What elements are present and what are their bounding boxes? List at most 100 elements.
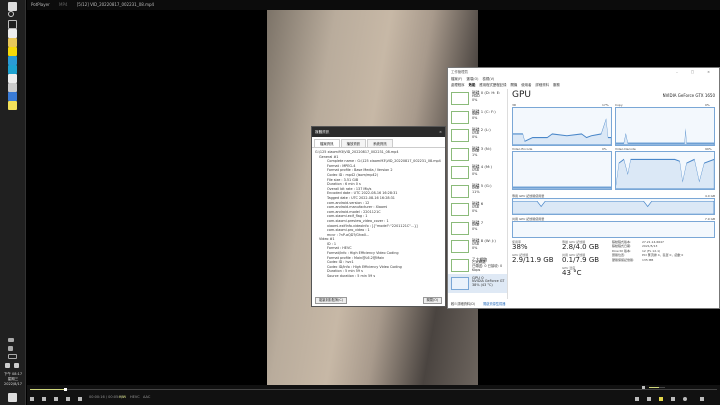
sticky-notes-icon[interactable] [8,47,17,56]
3d-icon[interactable] [647,397,651,401]
app-icon[interactable] [8,83,17,92]
device-thumbnail-graph [451,166,469,179]
windows-taskbar: 下午 08:17 星期三 2022/8/17 [0,0,26,405]
app-icon[interactable] [8,74,17,83]
device-item[interactable]: 磁碟 2 (L:) USB 0% [448,126,507,145]
stat-value: 2.8/4.0 GB [562,243,600,251]
info-line: Source duration : 5 min 59 s [327,274,376,279]
notification-icon[interactable] [8,393,17,402]
tab-4[interactable]: 使用者 [521,83,531,87]
taskbar-clock[interactable]: 下午 08:17 星期三 2022/8/17 [0,372,26,387]
search-icon[interactable] [8,11,14,17]
format-label: MP4 [59,2,68,7]
volume-icon[interactable] [14,363,19,368]
capture-icon[interactable] [671,397,675,401]
device-item[interactable]: 磁碟 5 (G:) USB 11% [448,182,507,201]
network-icon[interactable] [5,363,10,368]
chevron-up-icon[interactable] [8,338,14,342]
window-title: 工作管理員 [451,70,468,74]
task-view-icon[interactable] [8,20,17,29]
menu-item[interactable]: 檢視(V) [483,77,495,81]
volume-level [649,387,659,388]
window-controls[interactable]: – □ × [676,68,716,76]
next-button[interactable] [66,397,70,401]
close-icon[interactable]: × [439,127,442,137]
tab-1[interactable]: 效能 [469,83,476,87]
clock-date: 2022/8/17 [4,382,22,386]
tab-playback-info[interactable]: 播放資訊 [340,139,367,147]
app-name[interactable]: PotPlayer [31,2,50,7]
tab-2[interactable]: 應用程式歷程記錄 [479,83,506,87]
device-item[interactable]: 磁碟 0 (D: H: E: HDD 0% [448,89,507,108]
device-item[interactable]: 磁碟 3 (N:) USB 1% [448,145,507,164]
app-icon[interactable] [8,65,17,74]
device-item[interactable]: 磁碟 6 USB 0% [448,200,507,219]
fewer-details-button[interactable]: 較少詳細資料(D) [451,302,475,306]
info-row: 硬體保留記憶體: 135 MB [612,258,683,262]
copy-clipboard-button[interactable]: 複製到剪貼簿(C) [315,297,347,304]
info-value: 135 MB [642,257,654,262]
menu-icon[interactable] [700,397,704,401]
device-thumbnail-graph [451,240,469,253]
device-value: 0% [472,208,478,213]
stop-button[interactable] [42,397,46,401]
start-icon[interactable] [8,2,17,11]
tab-6[interactable]: 服務 [553,83,560,87]
device-item[interactable]: 磁碟 8 (W: J:) USB 0% [448,237,507,256]
dialog-title: 媒體資訊 × [312,127,445,137]
play-button[interactable] [30,397,34,401]
file-explorer-icon[interactable] [8,38,17,47]
menu-item[interactable]: 選項(O) [466,77,478,81]
seek-bar[interactable] [30,388,717,391]
device-value: 0% [472,245,478,250]
dedicated-mem-graph [512,198,715,215]
hw-badge[interactable]: H/W [119,395,126,399]
volume-slider[interactable] [649,387,665,388]
device-item[interactable]: 磁碟 1 (C: F:) SSD 0% [448,108,507,127]
device-thumbnail-graph [451,258,469,272]
info-tree[interactable]: G:\125 xiaomi93\VID_20220817_002231_08.m… [312,148,445,298]
task-manager-window: 工作管理員 – □ × 檔案(F) 選項(O) 檢視(V) 處理程序 效能 應用程式歷程記… [447,67,720,309]
info-key: 硬體保留記憶體: [612,257,635,262]
device-item[interactable]: 乙太網路 乙太網路 已傳送: 0 已接收: 0 Kbps [448,256,507,275]
tab-5[interactable]: 詳細資料 [535,83,549,87]
pen-icon[interactable] [8,346,13,351]
open-resource-monitor-link[interactable]: 開啟資源監視器 [483,302,505,306]
device-item[interactable]: 磁碟 4 (M:) USB 0% [448,163,507,182]
usage-graph-3 [615,151,715,190]
media-info-dialog: 媒體資訊 × 檔案資訊 播放資訊 系統資訊 G:\125 xiaomi93\VID… [311,126,446,307]
video-codec: HEVC [130,395,140,399]
menu-item[interactable]: 檔案(F) [451,77,462,81]
device-value: 0% [472,134,478,139]
stat-value: 43 °C [562,269,582,277]
device-item[interactable]: GPU 0 NVIDIA GeForce GT 38% (43 °C) [448,274,507,293]
settings-icon[interactable] [683,397,687,401]
tab-system-info[interactable]: 系統資訊 [367,139,393,147]
app-icon[interactable] [8,92,17,101]
chat-icon[interactable] [8,29,17,38]
device-item[interactable]: 磁碟 7 USB 0% [448,219,507,238]
tab-file-info[interactable]: 檔案資訊 [314,139,340,147]
playlist-icon[interactable] [635,397,639,401]
device-list[interactable]: 磁碟 0 (D: H: E: HDD 0% 磁碟 1 (C: F:) SSD 0% 磁碟 2… [448,89,508,299]
seek-handle[interactable] [64,388,68,391]
usage-graph-2 [512,151,612,190]
folder-icon[interactable] [659,397,663,401]
usage-graph-0 [512,107,612,146]
stat-value: 38% [512,243,528,251]
close-button[interactable]: 關閉(O) [422,297,442,304]
device-thumbnail-graph [451,277,469,290]
device-thumbnail-graph [451,129,469,142]
eject-button[interactable] [78,397,82,401]
keyboard-icon[interactable] [8,354,17,359]
potplayer-icon[interactable] [8,101,17,110]
device-value: 0% [472,171,478,176]
gpu-model: NVIDIA GeForce GTX 1650 [662,93,715,98]
control-bar: 00:00:16 / 00:05:59 H/W HEVC AAC [27,385,720,405]
tab-3[interactable]: 開機 [510,83,517,87]
previous-button[interactable] [54,397,58,401]
app-icon[interactable] [8,56,17,65]
usage-graph-1 [615,107,715,146]
tab-0[interactable]: 處理程序 [451,83,465,87]
volume-icon[interactable] [642,386,645,389]
